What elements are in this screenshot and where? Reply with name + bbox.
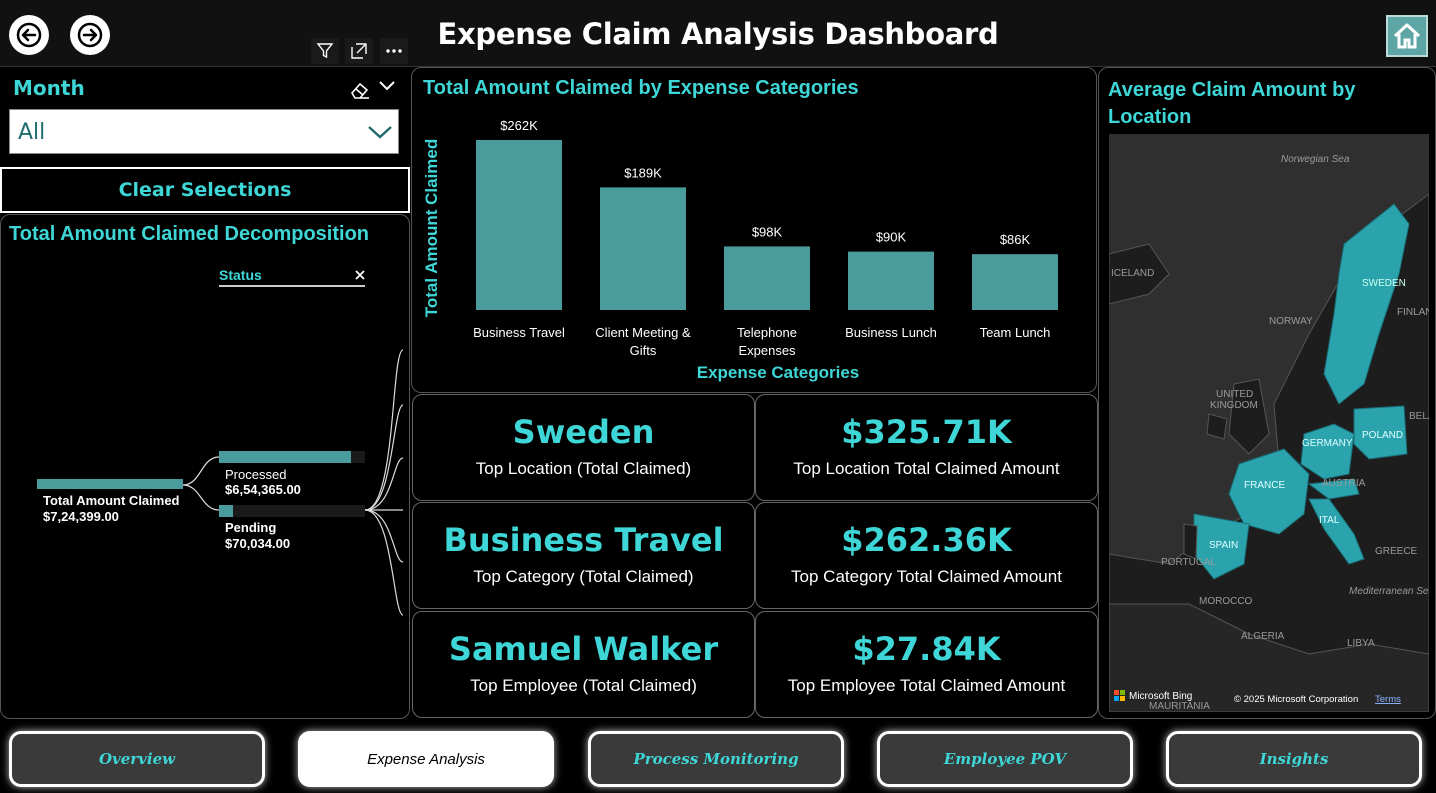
- map-label: KINGDOM: [1210, 400, 1258, 411]
- page-title: Expense Claim Analysis Dashboard: [437, 17, 999, 51]
- map-label: MOROCCO: [1199, 596, 1253, 607]
- map-label: GERMANY: [1302, 438, 1353, 449]
- kpi-card-top-location: Sweden Top Location (Total Claimed): [412, 394, 755, 501]
- kpi-label: Top Employee Total Claimed Amount: [787, 676, 1066, 695]
- root-node-bar[interactable]: [37, 479, 183, 489]
- ireland-shape: [1206, 413, 1228, 440]
- decomposition-tree-panel: Total Amount Claimed Decomposition Statu…: [0, 214, 410, 719]
- map-label: UNITED: [1216, 389, 1253, 400]
- map-title-line1: Average Claim Amount by: [1108, 79, 1356, 101]
- bar-chart[interactable]: $262K Business Travel $189K Client Meeting …: [412, 68, 1098, 394]
- month-dropdown[interactable]: All: [9, 109, 399, 154]
- map-label: PORTUGAL: [1161, 557, 1216, 568]
- bar-3[interactable]: [848, 251, 934, 310]
- kpi-card-top-employee: Samuel Walker Top Employee (Total Claime…: [412, 611, 755, 718]
- map-label: FRANCE: [1244, 480, 1285, 491]
- pending-node-bar: [219, 505, 234, 517]
- data-label-2: $98K: [752, 224, 783, 239]
- root-node-value: $7,24,399.00: [43, 509, 119, 524]
- category-bar-chart-panel: Total Amount Claimed by Expense Categori…: [411, 67, 1097, 393]
- kpi-card-top-category-amount: $262.36K Top Category Total Claimed Amou…: [755, 502, 1098, 609]
- map-label: LIBYA: [1347, 638, 1375, 649]
- tick-label-2-0: Telephone: [737, 325, 797, 340]
- tick-label-2-1: Expenses: [738, 343, 796, 358]
- map-bing-text: Microsoft Bing: [1129, 691, 1192, 702]
- kpi-card-top-location-amount: $325.71K Top Location Total Claimed Amou…: [755, 394, 1098, 501]
- header-bar: Expense Claim Analysis Dashboard: [0, 0, 1436, 67]
- pending-node-label: Pending: [225, 520, 277, 535]
- map-label: AUSTRIA: [1322, 478, 1366, 489]
- nav-tab-employee-pov[interactable]: Employee POV: [877, 731, 1133, 787]
- map-label: ITAL: [1319, 515, 1340, 526]
- kpi-value: Business Travel: [443, 521, 724, 559]
- kpi-value: Sweden: [512, 413, 655, 451]
- map-label: GREECE: [1375, 546, 1418, 557]
- map-canvas[interactable]: Norwegian Sea ICELAND SWEDEN FINLAN NORW…: [1109, 134, 1429, 712]
- bar-1[interactable]: [600, 187, 686, 310]
- y-axis-title: Total Amount Claimed: [422, 139, 441, 318]
- data-label-1: $189K: [624, 165, 662, 180]
- month-slicer-label: Month: [13, 76, 85, 100]
- map-label: Norwegian Sea: [1281, 154, 1350, 165]
- map-label: ICELAND: [1111, 268, 1154, 279]
- processed-node-value: $6,54,365.00: [225, 482, 301, 497]
- nav-tab-overview[interactable]: Overview: [9, 731, 265, 787]
- map-label: NORWAY: [1269, 316, 1313, 327]
- map-label: SPAIN: [1209, 540, 1238, 551]
- kpi-value: $325.71K: [841, 413, 1012, 451]
- data-label-0: $262K: [500, 118, 538, 133]
- map-label: Mediterranean Sea: [1349, 586, 1429, 597]
- bar-4[interactable]: [972, 254, 1058, 310]
- kpi-label: Top Category Total Claimed Amount: [791, 567, 1062, 586]
- bar-0[interactable]: [476, 140, 562, 310]
- map-title-line2: Location: [1108, 106, 1192, 128]
- map-label: FINLAN: [1397, 307, 1429, 318]
- map-label: ALGERIA: [1241, 631, 1285, 642]
- tick-label-3-0: Business Lunch: [845, 325, 937, 340]
- kpi-value: Samuel Walker: [448, 630, 719, 668]
- map-title: Average Claim Amount by Location: [1108, 77, 1355, 131]
- processed-node-label: Processed: [225, 467, 287, 482]
- pending-node-track[interactable]: [219, 505, 365, 517]
- data-label-4: $86K: [1000, 232, 1031, 247]
- eraser-icon[interactable]: [349, 80, 371, 100]
- tick-label-4-0: Team Lunch: [980, 325, 1051, 340]
- month-dropdown-value: All: [18, 120, 46, 145]
- processed-node-track[interactable]: [219, 451, 365, 463]
- clear-selections-button[interactable]: Clear Selections: [0, 167, 410, 213]
- kpi-value: $262.36K: [841, 521, 1012, 559]
- data-label-3: $90K: [876, 230, 907, 245]
- map-label: SWEDEN: [1362, 278, 1406, 289]
- tick-label-1-1: Gifts: [630, 343, 657, 358]
- home-button[interactable]: [1386, 15, 1428, 57]
- kpi-card-top-employee-amount: $27.84K Top Employee Total Claimed Amoun…: [755, 611, 1098, 718]
- x-axis-title: Expense Categories: [697, 363, 860, 382]
- kpi-label: Top Location (Total Claimed): [475, 459, 692, 478]
- location-map-panel: Average Claim Amount by Location Norwegi…: [1098, 67, 1436, 719]
- chevron-down-icon: [368, 126, 392, 139]
- processed-node-bar: [219, 451, 351, 463]
- map-copyright: © 2025 Microsoft Corporation: [1234, 694, 1358, 705]
- map-label: BELA: [1409, 411, 1429, 422]
- home-icon: [1393, 23, 1421, 49]
- bar-2[interactable]: [724, 246, 810, 310]
- kpi-label: Top Employee (Total Claimed): [470, 676, 697, 695]
- kpi-label: Top Category (Total Claimed): [473, 567, 694, 586]
- kpi-value: $27.84K: [852, 630, 1001, 668]
- map-terms-link: Terms: [1375, 694, 1401, 705]
- pending-node-value: $70,034.00: [225, 536, 291, 551]
- nav-tab-insights[interactable]: Insights: [1166, 731, 1422, 787]
- tick-label-1-0: Client Meeting &: [595, 325, 691, 340]
- nav-tab-process-monitoring[interactable]: Process Monitoring: [588, 731, 844, 787]
- map-label: POLAND: [1362, 430, 1403, 441]
- kpi-label: Top Location Total Claimed Amount: [793, 459, 1060, 478]
- decomposition-connectors: [182, 349, 404, 616]
- root-node-label: Total Amount Claimed: [43, 493, 180, 508]
- nav-tab-expense-analysis[interactable]: Expense Analysis: [298, 731, 554, 787]
- map-label: MAURITANIA: [1149, 701, 1210, 712]
- tick-label-0-0: Business Travel: [473, 325, 565, 340]
- kpi-card-top-category: Business Travel Top Category (Total Clai…: [412, 502, 755, 609]
- portugal-shape: [1183, 523, 1198, 560]
- chevron-down-icon[interactable]: [378, 80, 396, 92]
